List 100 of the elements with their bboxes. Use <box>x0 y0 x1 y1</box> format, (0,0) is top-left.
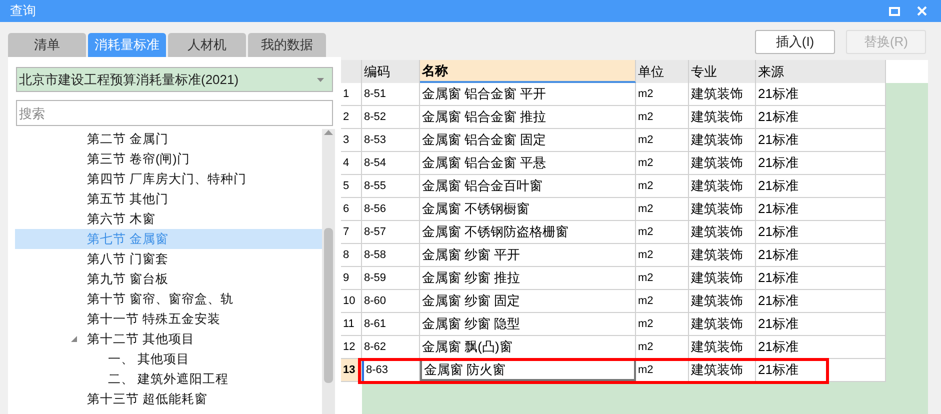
table-cell: 8-56 <box>362 198 420 220</box>
table-cell: 8-57 <box>362 221 420 243</box>
table-cell: 金属窗 纱窗 固定 <box>420 290 636 312</box>
table-cell: 建筑装饰 <box>689 290 756 312</box>
table-cell: 金属窗 飘(凸)窗 <box>420 336 636 358</box>
row-number: 12 <box>341 336 362 358</box>
corner-header <box>341 60 362 83</box>
tree-item[interactable]: 第三节 卷帘(闸)门 <box>87 150 190 168</box>
table-cell: m2 <box>636 152 689 174</box>
standard-dropdown[interactable]: 北京市建设工程预算消耗量标准(2021) <box>16 67 333 92</box>
table-cell: m2 <box>636 106 689 128</box>
table-cell: m2 <box>636 313 689 335</box>
tree-item[interactable]: 第九节 窗台板 <box>87 270 168 288</box>
row-number: 10 <box>341 290 362 312</box>
table-cell: m2 <box>636 290 689 312</box>
dropdown-caret-icon <box>317 78 324 82</box>
table-cell: m2 <box>636 175 689 197</box>
table-cell: 金属窗 纱窗 推拉 <box>420 267 636 289</box>
tree-item[interactable]: 二、 建筑外遮阳工程 <box>108 370 228 388</box>
table-cell: 建筑装饰 <box>689 313 756 335</box>
table-cell: m2 <box>636 244 689 266</box>
tree-item[interactable]: 一、 其他项目 <box>108 350 190 368</box>
table-cell: 8-51 <box>362 83 420 105</box>
tree-item[interactable]: 第八节 门窗套 <box>87 250 168 268</box>
table-cell: 21标准 <box>756 267 886 289</box>
table-cell: 金属窗 铝合金百叶窗 <box>420 175 636 197</box>
table-cell: 8-53 <box>362 129 420 151</box>
table-cell: m2 <box>636 83 689 105</box>
expanded-triangle-icon[interactable] <box>71 336 77 342</box>
close-icon[interactable] <box>917 6 927 16</box>
table-cell: 21标准 <box>756 336 886 358</box>
tree-item[interactable]: 第五节 其他门 <box>87 190 168 208</box>
row-number: 5 <box>341 175 362 197</box>
table-cell: 建筑装饰 <box>689 336 756 358</box>
table-cell: 21标准 <box>756 152 886 174</box>
table-cell: 金属窗 铝合金窗 平开 <box>420 83 636 105</box>
scrollbar[interactable] <box>322 129 335 414</box>
row-number: 9 <box>341 267 362 289</box>
row-number: 4 <box>341 152 362 174</box>
table-cell: 建筑装饰 <box>689 129 756 151</box>
column-header[interactable]: 编码 <box>362 60 420 83</box>
table-cell: 金属窗 铝合金窗 推拉 <box>420 106 636 128</box>
table-cell: 21标准 <box>756 198 886 220</box>
table-cell: 21标准 <box>756 106 886 128</box>
table-cell: 建筑装饰 <box>689 221 756 243</box>
column-header[interactable]: 名称 <box>420 60 636 83</box>
row-number: 8 <box>341 244 362 266</box>
tree-item[interactable]: 第六节 木窗 <box>87 210 156 228</box>
row-number: 2 <box>341 106 362 128</box>
table-cell: 建筑装饰 <box>689 244 756 266</box>
row-number: 6 <box>341 198 362 220</box>
row-number: 11 <box>341 313 362 335</box>
table-cell: 金属窗 纱窗 平开 <box>420 244 636 266</box>
table-cell: 21标准 <box>756 290 886 312</box>
column-header[interactable]: 专业 <box>689 60 756 83</box>
window-title: 查询 <box>10 2 36 20</box>
table-cell: 建筑装饰 <box>689 83 756 105</box>
table-cell: 21标准 <box>756 83 886 105</box>
row-number: 3 <box>341 129 362 151</box>
tree-item[interactable]: 第十三节 超低能耗窗 <box>87 390 208 408</box>
tree-item[interactable]: 第二节 金属门 <box>87 130 168 148</box>
table-cell: m2 <box>636 129 689 151</box>
row-number: 1 <box>341 83 362 105</box>
tree-item[interactable]: 第十一节 特殊五金安装 <box>87 310 220 328</box>
table-cell: 金属窗 不锈钢防盗格栅窗 <box>420 221 636 243</box>
table-cell: 21标准 <box>756 175 886 197</box>
table-cell: 金属窗 铝合金窗 固定 <box>420 129 636 151</box>
tree-item[interactable]: 第十二节 其他项目 <box>87 330 194 348</box>
scroll-thumb[interactable] <box>324 228 333 383</box>
table-cell: 8-60 <box>362 290 420 312</box>
column-header[interactable]: 来源 <box>756 60 886 83</box>
table-cell: 建筑装饰 <box>689 175 756 197</box>
table-cell: 21标准 <box>756 313 886 335</box>
table-cell: 建筑装饰 <box>689 198 756 220</box>
table-cell: 金属窗 铝合金窗 平悬 <box>420 152 636 174</box>
table-cell: 21标准 <box>756 129 886 151</box>
action-button[interactable]: 插入(I) <box>755 30 835 54</box>
maximize-icon[interactable] <box>889 6 900 16</box>
table-cell: 8-58 <box>362 244 420 266</box>
table-cell: 21标准 <box>756 221 886 243</box>
tree-item[interactable]: 第十节 窗帘、窗帘盒、轨 <box>87 290 234 308</box>
table-cell: 8-55 <box>362 175 420 197</box>
tree-item[interactable]: 第四节 厂库房大门、特种门 <box>87 170 246 188</box>
tab[interactable]: 我的数据 <box>248 33 326 57</box>
table-cell: 建筑装饰 <box>689 106 756 128</box>
table-cell: m2 <box>636 221 689 243</box>
table-cell: 8-59 <box>362 267 420 289</box>
tab[interactable]: 清单 <box>8 33 86 57</box>
table-cell: 8-52 <box>362 106 420 128</box>
row-number: 7 <box>341 221 362 243</box>
scroll-up-icon[interactable] <box>324 130 333 135</box>
table-cell: m2 <box>636 198 689 220</box>
tab[interactable]: 人材机 <box>168 33 246 57</box>
table-cell: 8-62 <box>362 336 420 358</box>
table-cell: 金属窗 纱窗 隐型 <box>420 313 636 335</box>
column-header[interactable]: 单位 <box>636 60 689 83</box>
search-field[interactable]: 搜索 <box>16 100 333 126</box>
table-cell: 建筑装饰 <box>689 267 756 289</box>
table-cell: 8-54 <box>362 152 420 174</box>
table-cell: 8-61 <box>362 313 420 335</box>
